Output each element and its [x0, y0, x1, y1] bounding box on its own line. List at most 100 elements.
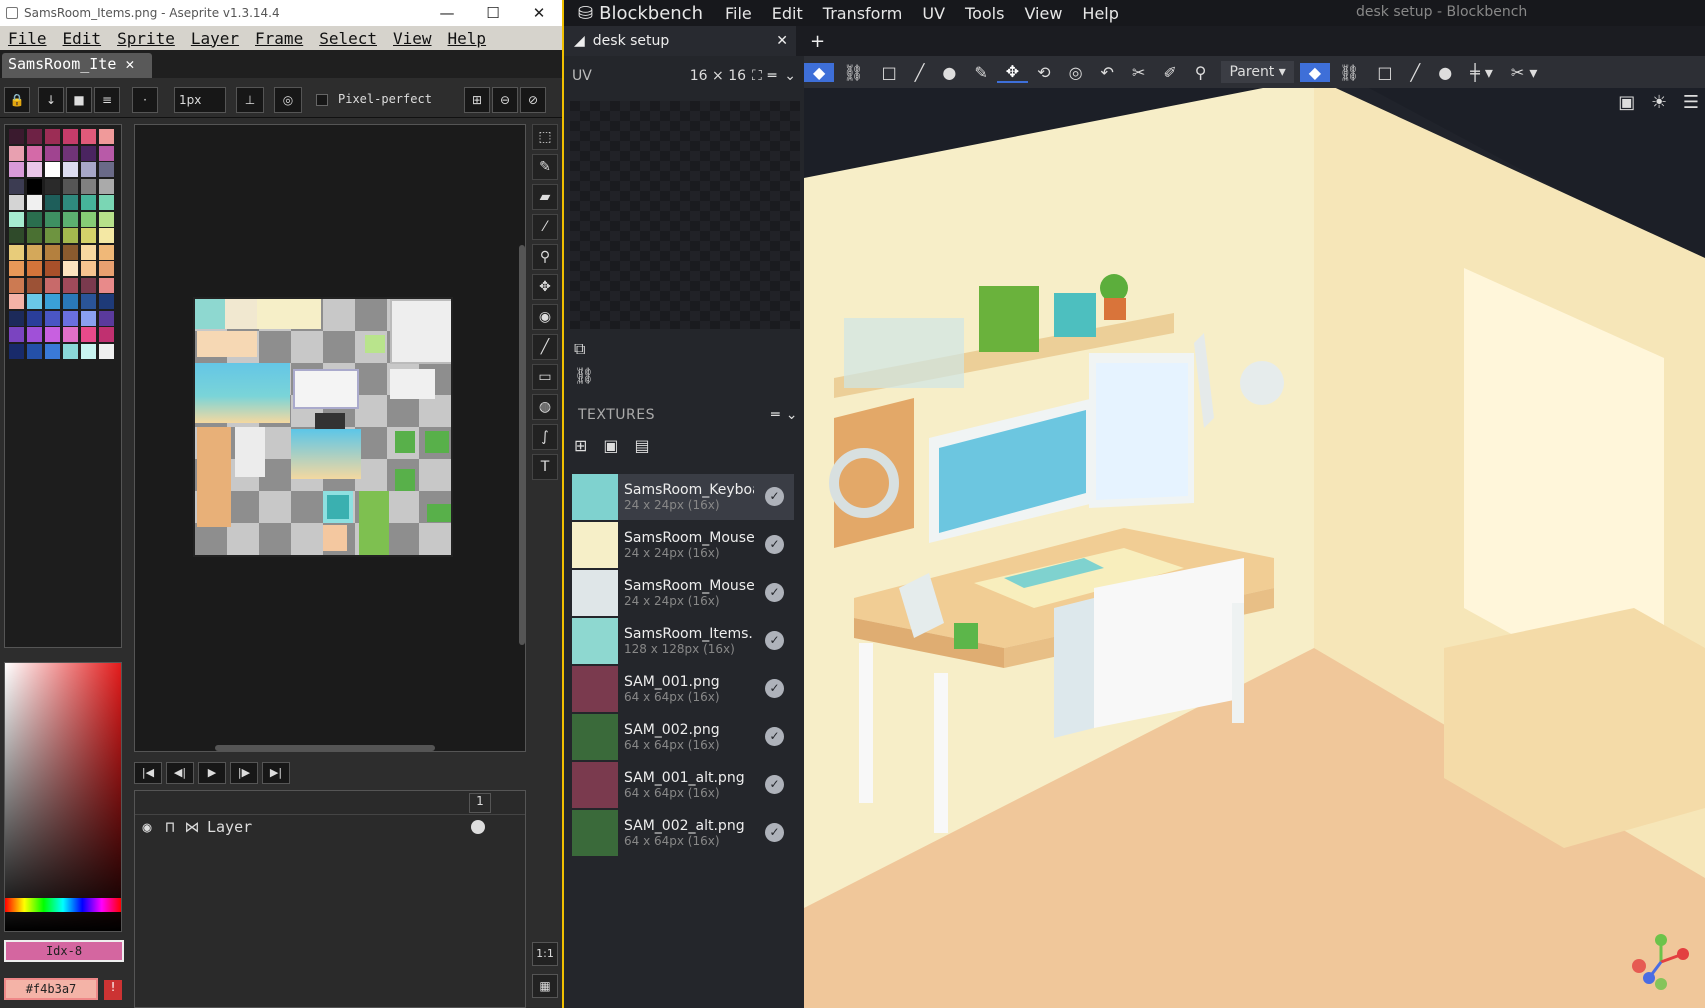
menu-frame[interactable]: Frame: [247, 29, 311, 48]
square-select-icon[interactable]: □: [873, 63, 906, 82]
palette-swatch[interactable]: [9, 228, 24, 243]
palette-swatch[interactable]: [81, 228, 96, 243]
axis-gizmo-icon[interactable]: [1631, 932, 1691, 992]
palette-swatch[interactable]: [81, 327, 96, 342]
mirror-icon[interactable]: ╪ ▾: [1461, 63, 1502, 82]
palette-swatch[interactable]: [63, 178, 78, 194]
hue-slider[interactable]: [5, 898, 121, 912]
texture-item[interactable]: SamsRoom_Mousep 24 x 24px (16x) ✓: [572, 522, 794, 568]
bb-menu-view[interactable]: View: [1014, 4, 1072, 23]
menu-layer[interactable]: Layer: [183, 29, 247, 48]
palette-swatch[interactable]: [45, 145, 60, 161]
palette-swatch[interactable]: [27, 310, 42, 326]
check-icon[interactable]: ✓: [765, 823, 784, 842]
palette-swatch[interactable]: [99, 195, 114, 210]
paint-icon[interactable]: ✐: [1154, 63, 1185, 82]
bb-menu-help[interactable]: Help: [1072, 4, 1128, 23]
palette-swatch[interactable]: [27, 162, 42, 177]
rotate-tool-icon[interactable]: ⟲: [1028, 63, 1059, 82]
palette-swatch[interactable]: [99, 178, 114, 194]
minimize-icon[interactable]: —: [424, 4, 470, 22]
palette-index-label[interactable]: Idx-8: [4, 940, 124, 962]
stamp-icon[interactable]: ⊥: [236, 87, 264, 113]
palette-swatch[interactable]: [81, 294, 96, 309]
palette-swatch[interactable]: [63, 228, 78, 243]
palette-swatch[interactable]: [45, 129, 60, 144]
marquee-icon[interactable]: ⬚: [532, 124, 558, 150]
vertex-snap-icon-2[interactable]: ◆: [1299, 62, 1331, 82]
contour-icon[interactable]: ∫: [532, 424, 558, 450]
texture-item[interactable]: SAM_001.png 64 x 64px (16x) ✓: [572, 666, 794, 712]
cel-dot[interactable]: [471, 820, 485, 834]
sprite-canvas[interactable]: [193, 297, 453, 557]
transform-icon[interactable]: ⊞: [464, 87, 490, 113]
brush-size-field[interactable]: 1px: [174, 87, 226, 113]
eyedropper-icon[interactable]: ⁄: [532, 214, 558, 240]
3d-viewport[interactable]: ▣ ☀ ☰: [804, 88, 1705, 1008]
cut-icon[interactable]: ✂ ▾: [1502, 63, 1547, 82]
palette-swatch[interactable]: [9, 343, 24, 359]
tab-close-icon[interactable]: ✕: [776, 33, 788, 49]
palette-swatch[interactable]: [63, 343, 78, 359]
palette-swatch[interactable]: [45, 343, 60, 359]
check-icon[interactable]: ✓: [765, 631, 784, 650]
palette-swatch[interactable]: [99, 228, 114, 243]
continuous-icon[interactable]: ⋈: [181, 818, 203, 836]
palette-swatch[interactable]: [81, 211, 96, 227]
palette-swatch[interactable]: [27, 178, 42, 194]
maximize-icon[interactable]: ☐: [470, 4, 516, 22]
project-tab[interactable]: ◢ desk setup ✕: [564, 26, 796, 56]
background-image-icon[interactable]: ▣: [1618, 92, 1635, 113]
palette-swatch[interactable]: [63, 195, 78, 210]
palette-swatch[interactable]: [27, 244, 42, 260]
palette-swatch[interactable]: [63, 162, 78, 177]
palette-swatch[interactable]: [99, 129, 114, 144]
palette-swatch[interactable]: [63, 277, 78, 293]
brush-square-icon[interactable]: ■: [66, 87, 92, 113]
menu-select[interactable]: Select: [311, 29, 385, 48]
check-icon[interactable]: ✓: [765, 679, 784, 698]
texture-item[interactable]: SamsRoom_Mouse. 24 x 24px (16x) ✓: [572, 570, 794, 616]
palette-swatch[interactable]: [63, 261, 78, 276]
close-icon[interactable]: ✕: [516, 4, 562, 22]
palette-swatch[interactable]: [63, 327, 78, 342]
vertical-scrollbar[interactable]: [519, 245, 525, 645]
check-icon[interactable]: ✓: [765, 487, 784, 506]
bb-menu-edit[interactable]: Edit: [762, 4, 813, 23]
texture-folder-icon[interactable]: ▤: [635, 436, 650, 455]
palette-swatch[interactable]: [63, 294, 78, 309]
link-icon[interactable]: ⛓: [574, 366, 594, 385]
palette-swatch[interactable]: [81, 162, 96, 177]
palette-swatch[interactable]: [81, 244, 96, 260]
fill-icon[interactable]: ◉: [532, 304, 558, 330]
line-icon[interactable]: ╱: [532, 334, 558, 360]
frame-header[interactable]: 1: [469, 793, 491, 813]
palette-swatch[interactable]: [81, 310, 96, 326]
warning-icon[interactable]: !: [104, 980, 122, 1000]
symmetry-icon[interactable]: ◎: [274, 87, 302, 113]
palette-swatch[interactable]: [99, 343, 114, 359]
magnify-icon[interactable]: ⚲: [1186, 63, 1216, 82]
eraser-icon[interactable]: ▰: [532, 184, 558, 210]
fullscreen-icon[interactable]: ⛶: [746, 68, 768, 84]
palette-swatch[interactable]: [99, 294, 114, 309]
palette-swatch[interactable]: [99, 211, 114, 227]
palette-swatch[interactable]: [9, 145, 24, 161]
palette-swatch[interactable]: [27, 228, 42, 243]
last-frame-icon[interactable]: ▶|: [262, 762, 290, 784]
check-icon[interactable]: ✓: [765, 727, 784, 746]
foreground-color-field[interactable]: #f4b3a7: [4, 978, 98, 1000]
vertex-tool-icon[interactable]: ↶: [1092, 63, 1123, 82]
uv-menu-icon[interactable]: ═: [768, 68, 776, 84]
flip-icon[interactable]: ⊖: [492, 87, 518, 113]
palette-swatch[interactable]: [27, 277, 42, 293]
point-icon-2[interactable]: ●: [1429, 63, 1461, 82]
palette-swatch[interactable]: [9, 327, 24, 342]
bb-menu-file[interactable]: File: [715, 4, 762, 23]
uv-size[interactable]: 16 × 16: [690, 68, 746, 84]
text-icon[interactable]: T: [532, 454, 558, 480]
palette-swatch[interactable]: [9, 294, 24, 309]
palette-swatch[interactable]: [27, 129, 42, 144]
pivot-mode-select[interactable]: Parent ▾: [1221, 61, 1294, 83]
palette-swatch[interactable]: [99, 327, 114, 342]
